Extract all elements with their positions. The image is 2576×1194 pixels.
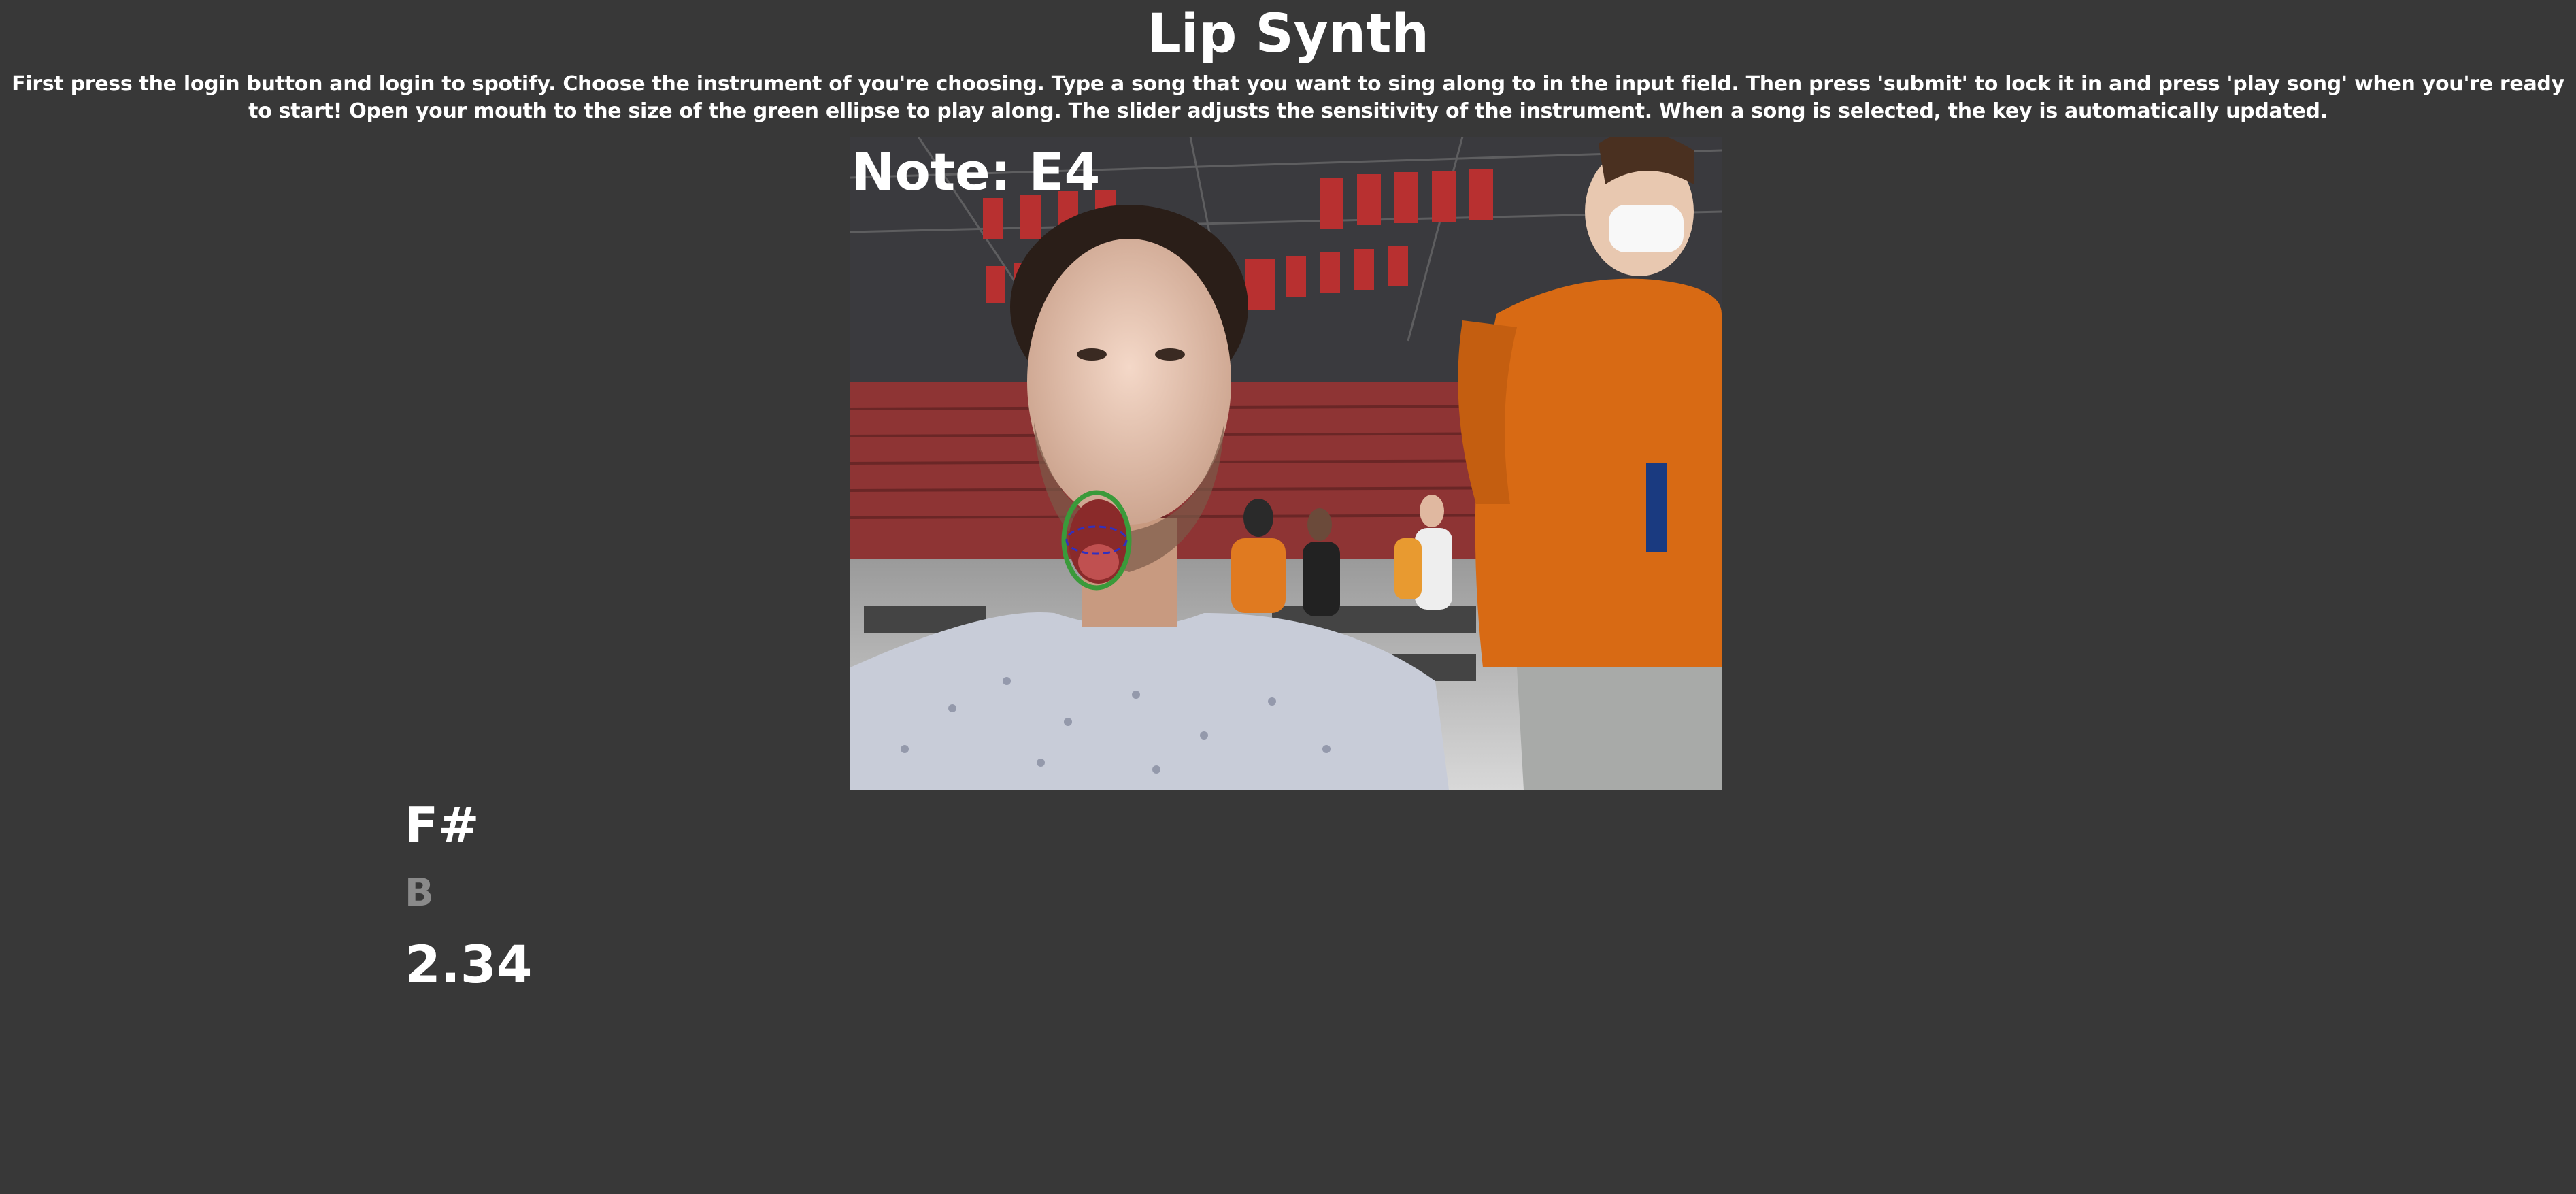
target-ellipse <box>1061 490 1132 591</box>
lip-synth-page: Lip Synth First press the login button a… <box>0 0 2576 1194</box>
note-readout: Note: E4 <box>852 142 1101 202</box>
mouth-tracking-ellipse <box>1065 525 1128 555</box>
webcam-video <box>850 137 1722 790</box>
page-title: Lip Synth <box>1147 3 1429 65</box>
tracking-overlay <box>1061 490 1132 591</box>
sensitivity-value: 2.34 <box>405 934 533 995</box>
instructions-text: First press the login button and login t… <box>12 72 2564 123</box>
key-readout: F# <box>405 797 480 854</box>
secondary-key-readout: B <box>405 871 434 915</box>
